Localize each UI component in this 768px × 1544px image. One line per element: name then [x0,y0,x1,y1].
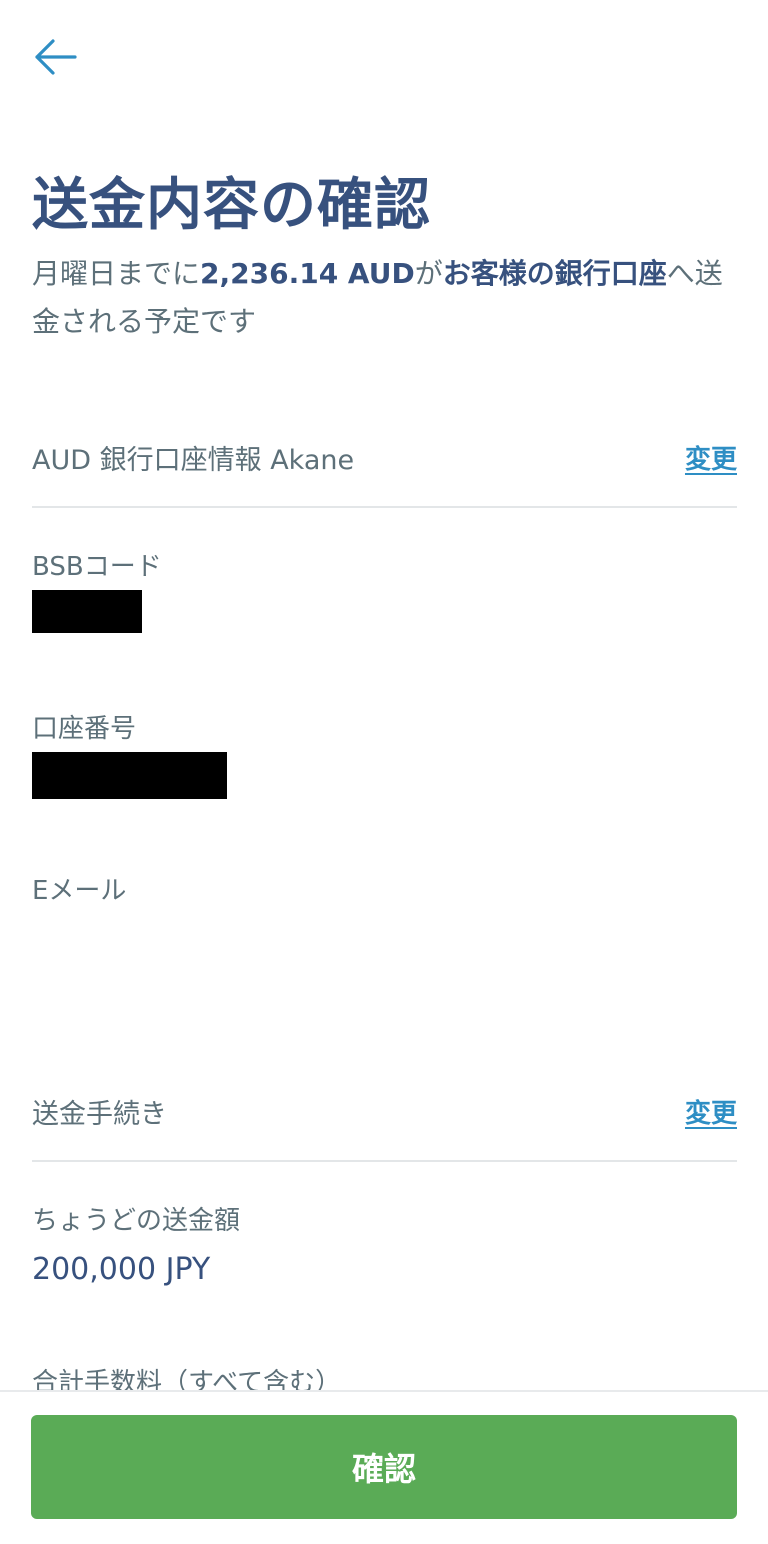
divider [32,506,737,508]
estimate-destination: お客様の銀行口座 [442,257,667,290]
back-button[interactable] [28,34,82,80]
recipient-section-header: AUD 銀行口座情報 Akane 変更 [32,432,737,482]
confirm-button[interactable]: 確認 [31,1415,737,1519]
change-recipient-link[interactable]: 変更 [685,439,737,476]
change-transfer-link[interactable]: 変更 [685,1093,737,1130]
estimate-amount: 2,236.14 AUD [200,257,415,290]
email-label: Eメール [32,876,127,906]
transfer-heading: 送金手続き [32,1098,167,1130]
arrow-left-icon [35,39,77,75]
estimate-text-1: 月曜日までに [32,257,201,290]
transfer-review-screen: 送金内容の確認 月曜日までに2,236.14 AUDがお客様の銀行口座へ送金され… [0,0,768,1544]
account-number-redacted-value [32,752,227,799]
page-title: 送金内容の確認 [32,173,431,238]
account-number-label: 口座番号 [32,714,137,744]
divider [32,1160,737,1162]
footer-bar: 確認 [0,1390,768,1544]
estimate-text-2: が [414,257,443,290]
exact-amount-value: 200,000 JPY [32,1252,211,1287]
bsb-label: BSBコード [32,552,162,582]
transfer-section-header: 送金手続き 変更 [32,1086,737,1136]
delivery-estimate: 月曜日までに2,236.14 AUDがお客様の銀行口座へ送金される予定です [32,250,742,346]
recipient-heading: AUD 銀行口座情報 Akane [32,444,355,476]
exact-amount-label: ちょうどの送金額 [32,1206,241,1236]
bsb-redacted-value [32,590,142,633]
